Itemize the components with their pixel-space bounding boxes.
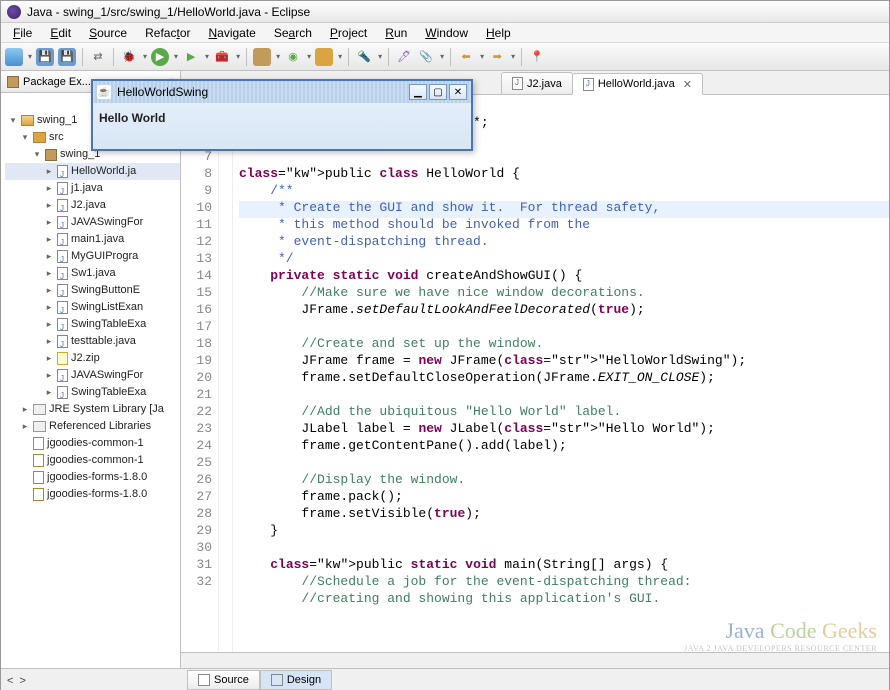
tree-item[interactable]: ▸J2.java [5,197,180,214]
status-bar: < > [7,675,26,687]
save-icon[interactable]: 💾 [36,48,54,66]
swing-body: Hello World [93,103,471,133]
code-editor[interactable]: class="kw">import javax.swing.*; class="… [233,95,889,652]
menu-source[interactable]: Source [81,24,135,42]
horizontal-scrollbar[interactable] [181,652,889,668]
fold-column[interactable]: ⊖⊖⊖ [219,95,233,652]
menu-help[interactable]: Help [478,24,519,42]
tree-item[interactable]: ▸j1.java [5,180,180,197]
pin-icon[interactable]: 📍 [528,48,546,66]
tree-item[interactable]: ▸testtable.java [5,333,180,350]
back-icon[interactable]: ⬅ [457,48,475,66]
package-icon [7,76,19,88]
tree-item[interactable]: ▸SwingTableExa [5,316,180,333]
tab-j2[interactable]: J2.java [501,72,573,94]
package-explorer-title: Package Ex... [23,76,91,88]
close-icon[interactable]: ✕ [449,84,467,100]
tree-item[interactable]: jgoodies-common-1 [5,435,180,452]
design-tab-icon [271,674,283,686]
menu-run[interactable]: Run [377,24,415,42]
swing-title-text: HelloWorldSwing [117,85,208,99]
menu-file[interactable]: File [5,24,40,42]
window-title: Java - swing_1/src/swing_1/HelloWorld.ja… [27,5,310,19]
tree-item[interactable]: ▸JAVASwingFor [5,214,180,231]
new-folder-icon[interactable] [315,48,333,66]
saveall-icon[interactable]: 💾 [58,48,76,66]
menu-bar: File Edit Source Refactor Navigate Searc… [1,23,889,43]
new-icon[interactable] [5,48,23,66]
eclipse-icon [7,5,21,19]
tree-item[interactable]: ▸SwingTableExa [5,384,180,401]
menu-window[interactable]: Window [417,24,476,42]
runlast-icon[interactable]: ▶ [182,48,200,66]
editor-area: J2.java HelloWorld.java ✕ 45678910111213… [181,71,889,668]
java-cup-icon: ☕ [97,85,111,99]
task-icon[interactable]: 🖊 [395,48,413,66]
java-file-icon [583,78,594,91]
tree-item[interactable]: ▸SwingButtonE [5,282,180,299]
tab-label: J2.java [527,78,562,90]
close-icon[interactable]: ✕ [683,78,692,91]
switch-icon[interactable]: ⇄ [89,48,107,66]
tree-item[interactable]: ▸Sw1.java [5,265,180,282]
debug-icon[interactable]: 🐞 [120,48,138,66]
menu-edit[interactable]: Edit [42,24,79,42]
tree-item[interactable]: jgoodies-forms-1.8.0 [5,486,180,503]
tab-label: Design [287,674,321,686]
new-pkg-icon[interactable] [253,48,271,66]
java-file-icon [512,77,523,90]
tree-item[interactable]: ▸J2.zip [5,350,180,367]
package-explorer: Package Ex... ▿ ⇆ ▢ ▾swing_1▾src▾swing_1… [1,71,181,668]
menu-navigate[interactable]: Navigate [200,24,263,42]
tree-item[interactable]: ▸main1.java [5,231,180,248]
tab-label: HelloWorld.java [598,78,675,90]
project-tree[interactable]: ▾swing_1▾src▾swing_1▸HelloWorld.ja▸j1.ja… [1,108,180,507]
tab-label: Source [214,674,249,686]
forward-icon[interactable]: ➡ [488,48,506,66]
tree-item[interactable]: ▸MyGUIProgra [5,248,180,265]
toolbar: ▾ 💾 💾 ⇄ 🐞▾ ▶▾ ▶▾ 🧰▾ ▾ ◉▾ ▾ 🔦▾ 🖊 📎▾ ⬅▾ ➡▾… [1,43,889,71]
scroll-left-icon[interactable]: < [7,675,13,687]
run-icon[interactable]: ▶ [151,48,169,66]
tree-item[interactable]: ▸JRE System Library [Ja [5,401,180,418]
bookmark-icon[interactable]: 📎 [417,48,435,66]
menu-refactor[interactable]: Refactor [137,24,198,42]
tab-design[interactable]: Design [260,670,332,690]
menu-search[interactable]: Search [266,24,320,42]
tree-item[interactable]: ▸JAVASwingFor [5,367,180,384]
ext-tools-icon[interactable]: 🧰 [213,48,231,66]
tree-item[interactable]: ▸HelloWorld.ja [5,163,180,180]
line-number-gutter: 4567891011121314151617181920212223242526… [181,95,219,652]
tab-source[interactable]: Source [187,670,260,690]
swing-titlebar[interactable]: ☕ HelloWorldSwing ▁ ▢ ✕ [93,81,471,103]
source-tab-icon [198,674,210,686]
editor-bottom-tabs: Source Design [1,668,889,690]
maximize-icon[interactable]: ▢ [429,84,447,100]
swing-app-window[interactable]: ☕ HelloWorldSwing ▁ ▢ ✕ Hello World [91,79,473,151]
tree-item[interactable]: jgoodies-common-1 [5,452,180,469]
tab-helloworld[interactable]: HelloWorld.java ✕ [572,73,703,95]
minimize-icon[interactable]: ▁ [409,84,427,100]
tree-item[interactable]: ▸Referenced Libraries [5,418,180,435]
window-titlebar: Java - swing_1/src/swing_1/HelloWorld.ja… [1,1,889,23]
tree-item[interactable]: ▸SwingListExan [5,299,180,316]
menu-project[interactable]: Project [322,24,375,42]
scroll-right-icon[interactable]: > [19,675,25,687]
new-class-icon[interactable]: ◉ [284,48,302,66]
tree-item[interactable]: jgoodies-forms-1.8.0 [5,469,180,486]
search-icon[interactable]: 🔦 [355,48,373,66]
